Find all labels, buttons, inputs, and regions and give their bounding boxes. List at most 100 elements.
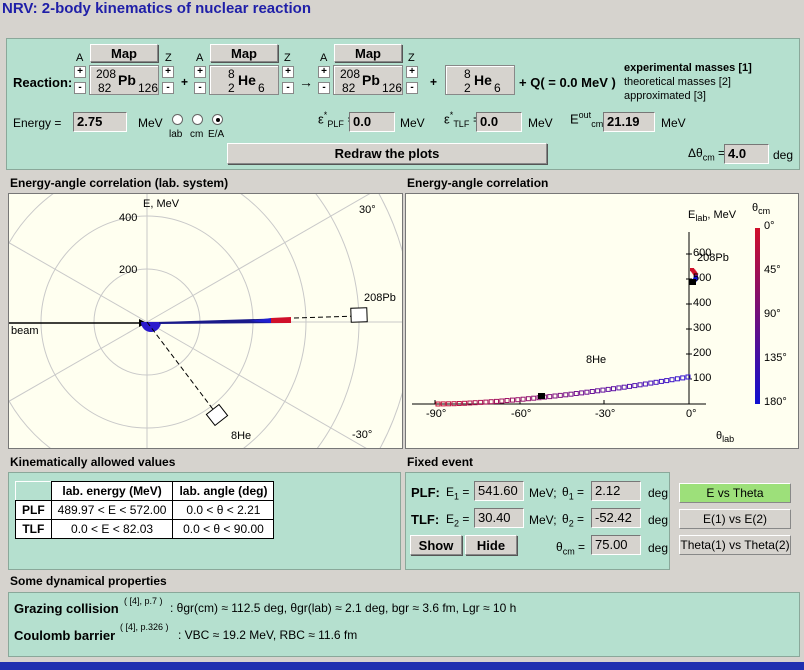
charge-number: 82 (342, 81, 356, 95)
he-point (589, 389, 595, 394)
grazing-label: Grazing collision (14, 601, 119, 616)
coulomb-ref[interactable]: ( [4], p.326 ) (120, 622, 169, 632)
energy-input[interactable]: 2.75 (73, 112, 127, 132)
z-minus-button[interactable]: - (406, 82, 418, 94)
coulomb-text: : VBC ≈ 19.2 MeV, RBC ≈ 11.6 fm (178, 628, 358, 642)
kin-title: Kinematically allowed values (10, 455, 176, 469)
z-minus-button[interactable]: - (282, 82, 294, 94)
he-point (584, 389, 590, 395)
map-button-3[interactable]: Map (334, 44, 402, 62)
plot1-angle-bottom: -30° (352, 429, 373, 441)
neutron-number: 6 (258, 81, 265, 95)
mass-option-approximated[interactable]: approximated [3] (624, 90, 706, 102)
eplf-input[interactable]: 0.0 (349, 112, 395, 132)
scatter-plot[interactable]: Elab, MeV 600 500 400 300 200 100 -90° -… (405, 193, 799, 449)
a-minus-button[interactable]: - (74, 82, 86, 94)
target-nucleus[interactable]: 8 2 He 6 (209, 65, 279, 95)
coulomb-label: Coulomb barrier (14, 628, 116, 643)
cbar-tick: 0° (764, 220, 775, 232)
map-button-2[interactable]: Map (210, 44, 278, 62)
he-point (525, 396, 531, 402)
view-e-vs-theta-button[interactable]: E vs Theta (679, 483, 791, 503)
e2-label: E2 = (446, 512, 470, 529)
plot1-pb-label: 208Pb (364, 292, 396, 304)
tlf-nucleus: 8 2 He 6 (445, 65, 515, 95)
map-button-1[interactable]: Map (90, 44, 158, 62)
redraw-button[interactable]: Redraw the plots (227, 143, 547, 164)
z-plus-button[interactable]: + (282, 66, 294, 78)
he-point (462, 400, 468, 406)
plot1-title: Energy-angle correlation (lab. system) (10, 176, 229, 190)
he-point (557, 392, 563, 398)
he-point (510, 397, 515, 403)
view-theta1-vs-theta2-button[interactable]: Theta(1) vs Theta(2) (679, 535, 791, 555)
he-point (680, 375, 686, 381)
a-minus-button[interactable]: - (318, 82, 330, 94)
a-plus-button[interactable]: + (74, 66, 86, 78)
show-button[interactable]: Show (410, 535, 462, 555)
projectile-nucleus[interactable]: 208 82 Pb 126 (89, 65, 159, 95)
he-point (488, 399, 494, 405)
plot2-ytick: 200 (693, 347, 712, 359)
z-label: Z (165, 52, 172, 64)
e1-input[interactable]: 541.60 (474, 481, 524, 501)
z-label: Z (284, 52, 291, 64)
kin-table: lab. energy (MeV) lab. angle (deg) PLF 4… (15, 481, 275, 539)
he-point (664, 378, 670, 384)
dtheta-input[interactable]: 4.0 (724, 144, 769, 164)
hide-button[interactable]: Hide (465, 535, 517, 555)
he-point (499, 398, 505, 404)
plf-label: PLF: (411, 485, 440, 500)
he-point (642, 381, 648, 387)
a-label: A (76, 52, 84, 64)
reaction-label: Reaction: (13, 75, 73, 90)
color-bar (755, 228, 760, 404)
radio-lab[interactable] (172, 114, 183, 125)
plot2-title: Energy-angle correlation (407, 176, 549, 190)
he-point (616, 385, 622, 391)
tcm-input[interactable]: 75.00 (591, 535, 641, 555)
q-value: + Q( = 0.0 MeV ) (519, 75, 616, 90)
row-name: TLF (15, 519, 52, 539)
grazing-ref[interactable]: ( [4], p.7 ) (124, 596, 163, 606)
mass-option-experimental[interactable]: experimental masses [1] (624, 62, 752, 74)
z-minus-button[interactable]: - (162, 82, 174, 94)
he-point (515, 397, 521, 403)
mass-number: 8 (464, 67, 471, 81)
he-point (627, 383, 632, 389)
a-plus-button[interactable]: + (194, 66, 206, 78)
t1-input[interactable]: 2.12 (591, 481, 641, 501)
plot2-ytick: 100 (693, 372, 712, 384)
he-point (595, 388, 601, 394)
e2-input[interactable]: 30.40 (474, 508, 524, 528)
he-point (611, 386, 616, 392)
z-label: Z (408, 52, 415, 64)
z-plus-button[interactable]: + (406, 66, 418, 78)
radio-cm[interactable] (192, 114, 203, 125)
radio-cm-label: cm (190, 129, 204, 140)
mass-option-theoretical[interactable]: theoretical masses [2] (624, 76, 731, 88)
etlf-unit: MeV (528, 116, 553, 130)
dyn-title: Some dynamical properties (10, 574, 167, 588)
he-point (494, 398, 499, 404)
cbar-tick: 135° (764, 352, 787, 364)
plot2-he-label: 8He (586, 354, 607, 366)
tcm-unit: deg (648, 541, 669, 555)
cell-energy: 489.97 < E < 572.00 (50, 500, 174, 520)
plf-nucleus[interactable]: 208 82 Pb 126 (333, 65, 403, 95)
a-label: A (320, 52, 328, 64)
he-point (605, 386, 611, 392)
radio-ea[interactable] (212, 114, 223, 125)
he-point (563, 392, 569, 398)
etlf-input[interactable]: 0.0 (476, 112, 522, 132)
view-e1-vs-e2-button[interactable]: E(1) vs E(2) (679, 509, 791, 529)
fixed-event-he-marker (538, 393, 545, 399)
t2-input[interactable]: -52.42 (591, 508, 641, 528)
a-minus-button[interactable]: - (194, 82, 206, 94)
z-plus-button[interactable]: + (162, 66, 174, 78)
plot1-tick-400: 400 (119, 212, 138, 224)
radio-lab-label: lab (169, 129, 183, 140)
a-plus-button[interactable]: + (318, 66, 330, 78)
polar-plot[interactable]: E, MeV 400 200 30° -30° beam 208Pb 8He (8, 193, 403, 449)
he-point (658, 378, 664, 384)
